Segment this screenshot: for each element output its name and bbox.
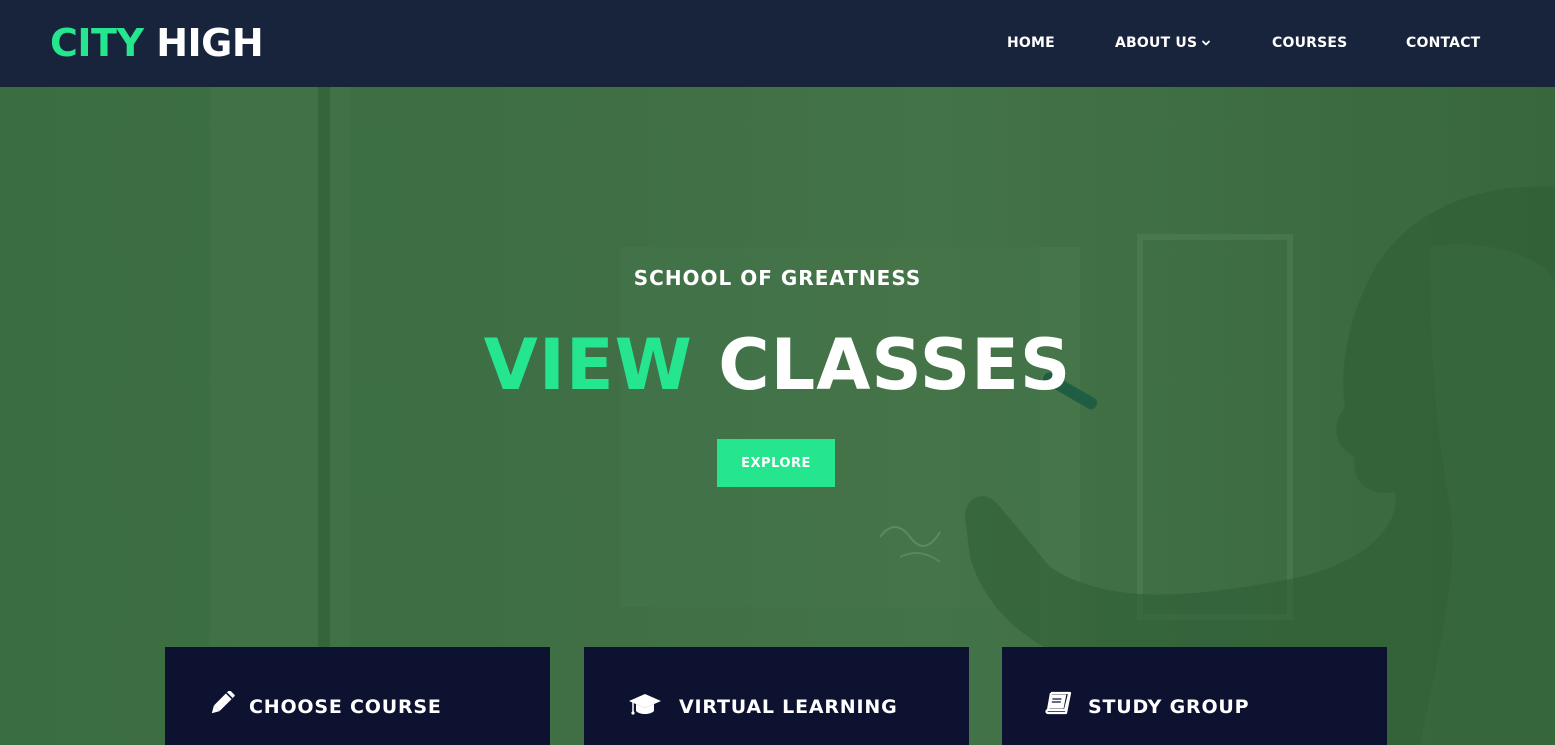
feature-title: CHOOSE COURSE — [249, 696, 442, 718]
feature-title: STUDY GROUP — [1088, 696, 1250, 718]
pencil-icon — [211, 691, 235, 714]
site-header: CITY HIGH HOME ABOUT US COURSES CONTACT — [0, 0, 1555, 87]
feature-card-study-group[interactable]: STUDY GROUP — [1002, 647, 1387, 745]
hero-tagline: SCHOOL OF GREATNESS — [633, 266, 922, 290]
headline-rest-text: CLASSES — [718, 324, 1072, 406]
graduation-cap-icon — [629, 694, 661, 715]
nav-item-about-us[interactable]: ABOUT US — [1115, 33, 1211, 53]
feature-card-choose-course[interactable]: CHOOSE COURSE — [165, 647, 550, 745]
hero-headline: VIEW CLASSES — [0, 323, 1555, 407]
feature-title: VIRTUAL LEARNING — [679, 696, 898, 718]
nav-item-about-us-label: ABOUT US — [1115, 35, 1198, 51]
main-nav: HOME ABOUT US COURSES CONTACT — [0, 33, 1555, 53]
explore-button[interactable]: EXPLORE — [717, 439, 835, 487]
feature-card-virtual-learning[interactable]: VIRTUAL LEARNING — [584, 647, 969, 745]
nav-item-home[interactable]: HOME — [1007, 33, 1055, 53]
headline-accent-text: VIEW — [483, 324, 693, 406]
nav-item-courses[interactable]: COURSES — [1272, 33, 1347, 53]
nav-item-contact[interactable]: CONTACT — [1406, 33, 1480, 53]
chevron-down-icon — [1202, 40, 1211, 46]
book-icon — [1045, 691, 1072, 715]
